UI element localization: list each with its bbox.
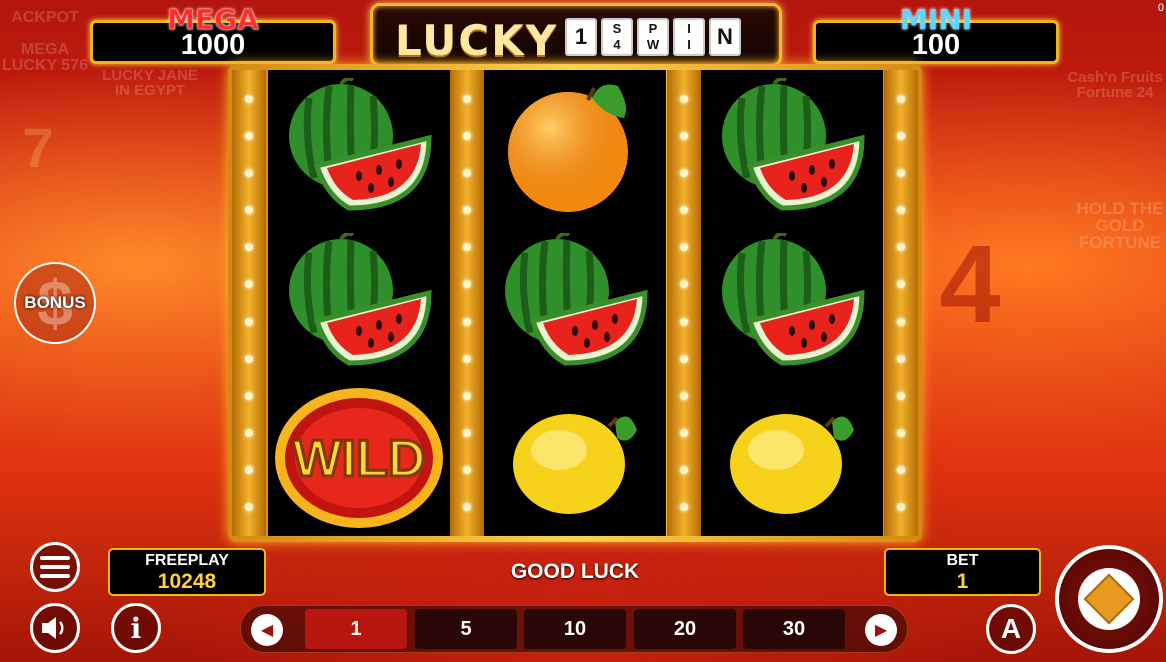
freeplay-value: 10248 xyxy=(157,570,217,593)
status-message: GOOD LUCK xyxy=(510,560,640,583)
bonus-label: BONUS xyxy=(24,293,86,312)
bet-selector: ◀ 1 5 10 20 30 ▶ xyxy=(240,605,908,653)
mega-jackpot-value: 1000 xyxy=(180,29,246,61)
hamburger-icon xyxy=(40,556,70,578)
freeplay-label: FREEPLAY xyxy=(145,552,229,569)
logo-tile: PW xyxy=(637,18,669,56)
logo-tiles: 1S4PWIIN xyxy=(565,18,741,56)
background-deco-right-2: HOLD THE GOLD FORTUNE xyxy=(1076,199,1164,252)
reel-divider xyxy=(232,70,266,536)
autoplay-button[interactable]: A xyxy=(986,604,1036,654)
watermelon-symbol xyxy=(268,70,450,225)
game-logo: LUCKY 1S4PWIIN xyxy=(370,3,782,67)
logo-tile: N xyxy=(709,18,741,56)
background-deco-seven: 7 xyxy=(22,116,54,179)
reel-divider xyxy=(884,70,918,536)
mini-jackpot-value: 100 xyxy=(911,29,961,61)
watermelon-symbol xyxy=(268,225,450,380)
bet-option-5[interactable]: 5 xyxy=(415,609,517,649)
bet-label: BET xyxy=(946,552,979,569)
speaker-icon xyxy=(42,617,64,639)
bet-option-30[interactable]: 30 xyxy=(743,609,845,649)
mega-jackpot-panel: MEGA 1000 xyxy=(90,3,336,64)
reel-divider xyxy=(450,70,484,536)
background-deco-left-2: LUCKY JANE IN EGYPT xyxy=(102,67,198,99)
logo-tile: II xyxy=(673,18,705,56)
wild-symbol: WILD xyxy=(268,380,450,535)
background-deco-four: 4 xyxy=(939,223,1001,346)
sound-button[interactable] xyxy=(30,603,80,653)
spin-button[interactable] xyxy=(1055,545,1163,653)
freeplay-panel: FREEPLAY 10248 xyxy=(108,548,266,596)
bet-panel: BET 1 xyxy=(884,548,1041,596)
autoplay-icon: A xyxy=(1000,613,1022,644)
bonus-button[interactable]: $ BONUS xyxy=(14,262,96,344)
orange-symbol xyxy=(484,70,666,225)
lemon-symbol xyxy=(701,380,883,535)
menu-button[interactable] xyxy=(30,542,80,592)
bet-option-10[interactable]: 10 xyxy=(524,609,626,649)
chevron-right-icon: ▶ xyxy=(874,622,888,639)
bet-option-20[interactable]: 20 xyxy=(634,609,736,649)
bet-value: 1 xyxy=(956,570,969,593)
background-deco-left: ACKPOT MEGA LUCKY 576 xyxy=(2,9,88,74)
svg-text:WILD: WILD xyxy=(293,430,426,488)
info-icon: i xyxy=(130,611,142,645)
lemon-symbol xyxy=(484,380,666,535)
corner-counter: 0 xyxy=(1157,2,1164,14)
reel-frame: WILD xyxy=(228,64,922,542)
watermelon-symbol xyxy=(701,70,883,225)
mini-jackpot-panel: MINI 100 xyxy=(813,3,1059,64)
reel-3 xyxy=(701,70,883,536)
reel-2 xyxy=(484,70,666,536)
bet-option-1[interactable]: 1 xyxy=(305,609,407,649)
logo-tile: 1 xyxy=(565,18,597,56)
prev-bet-button[interactable]: ◀ xyxy=(251,614,283,646)
reel-divider xyxy=(667,70,701,536)
background-deco-right: Cash'n Fruits Fortune 24 xyxy=(1067,69,1163,101)
next-bet-button[interactable]: ▶ xyxy=(865,614,897,646)
spin-icon xyxy=(1078,568,1140,630)
info-button[interactable]: i xyxy=(111,603,161,653)
logo-tile: S4 xyxy=(601,18,633,56)
watermelon-symbol xyxy=(701,225,883,380)
chevron-left-icon: ◀ xyxy=(260,622,274,639)
logo-word: LUCKY xyxy=(395,16,559,65)
watermelon-symbol xyxy=(484,225,666,380)
reel-1: WILD xyxy=(268,70,450,536)
